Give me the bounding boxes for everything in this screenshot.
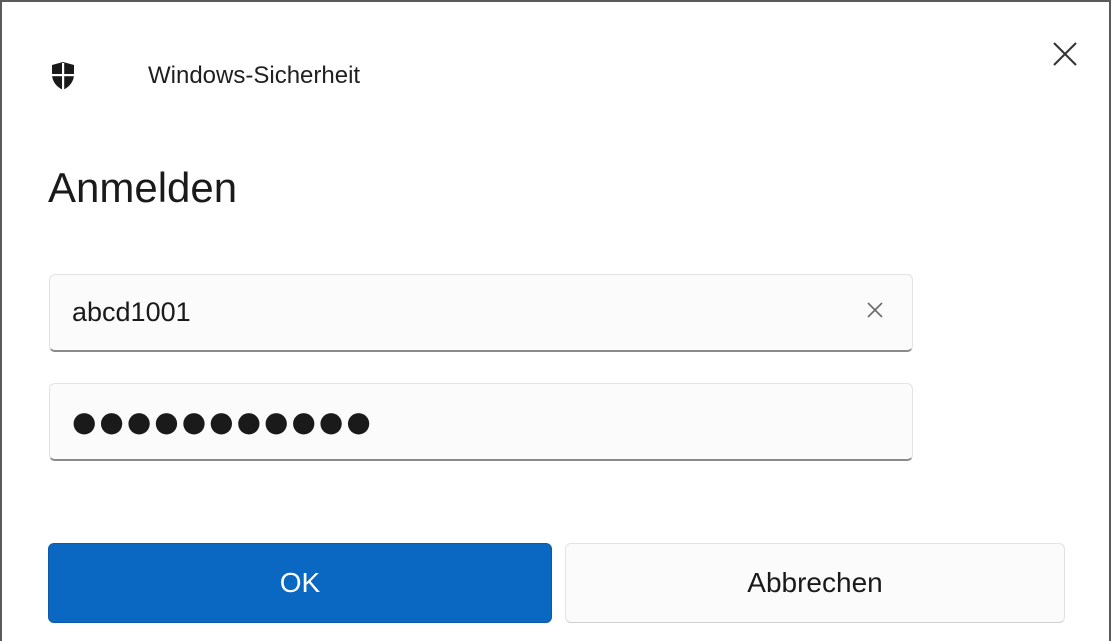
close-icon	[1052, 41, 1078, 72]
app-title: Windows-Sicherheit	[148, 62, 361, 89]
username-value[interactable]: abcd1001	[72, 297, 858, 328]
password-value[interactable]: ●●●●●●●●●●●	[72, 405, 892, 438]
clear-icon	[866, 301, 884, 324]
title-bar: Windows-Sicherheit	[50, 58, 360, 94]
password-field[interactable]: ●●●●●●●●●●●	[49, 383, 913, 461]
dialog-heading: Anmelden	[48, 164, 238, 211]
shield-icon	[50, 61, 76, 91]
close-button[interactable]	[1045, 36, 1085, 76]
windows-security-dialog: Windows-Sicherheit Anmelden abcd1001 ●●●…	[0, 0, 1111, 641]
ok-button[interactable]: OK	[48, 543, 552, 623]
username-field[interactable]: abcd1001	[49, 274, 913, 352]
cancel-button[interactable]: Abbrechen	[565, 543, 1065, 623]
clear-username-button[interactable]	[858, 296, 892, 330]
